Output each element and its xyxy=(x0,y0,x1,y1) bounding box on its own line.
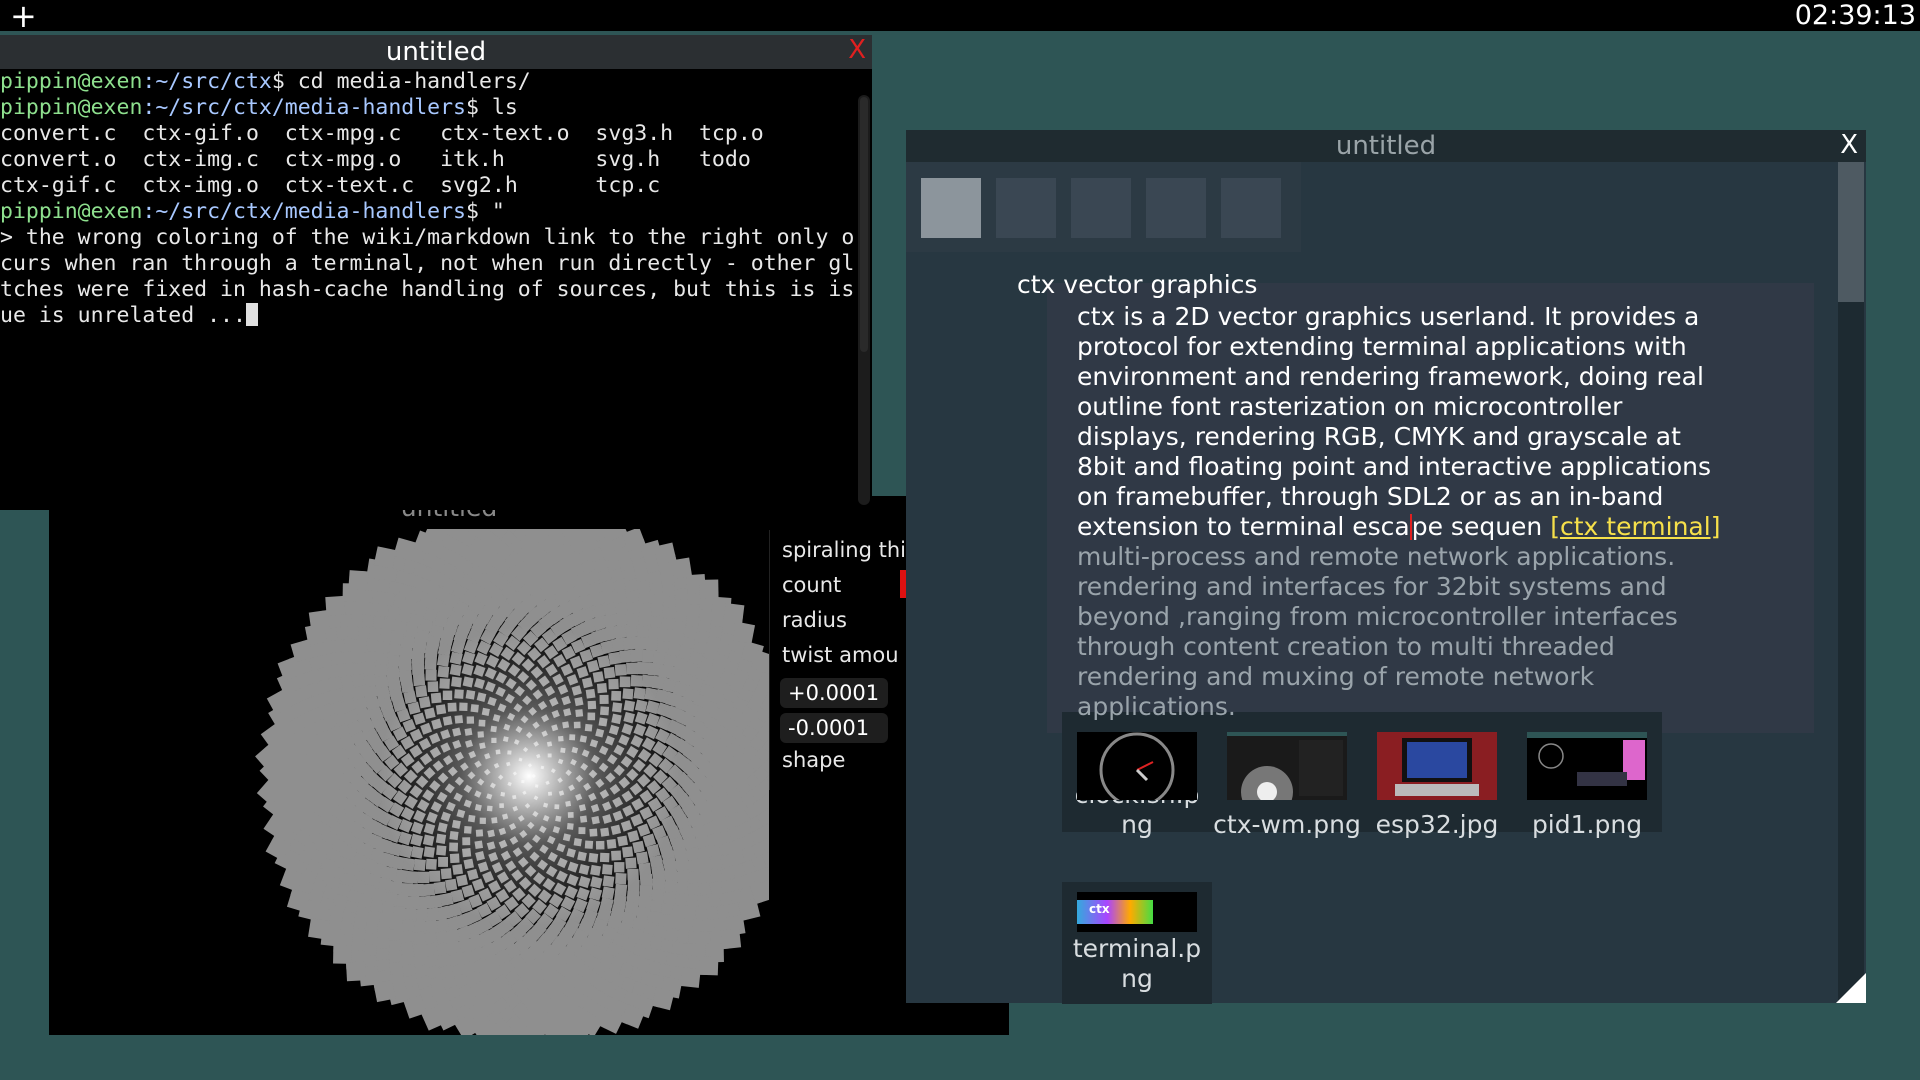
gallery-item[interactable]: esp32.jpg xyxy=(1362,732,1512,840)
paragraph-line: environment and rendering framework, doi… xyxy=(1077,362,1704,391)
paragraph-line: beyond ,ranging from microcontroller int… xyxy=(1077,602,1678,631)
terminal-line: curs when ran through a terminal, not wh… xyxy=(0,251,856,277)
paragraph-line: displays, rendering RGB, CMYK and graysc… xyxy=(1077,422,1681,451)
pid1-image xyxy=(1527,732,1647,800)
browser-window: untitled X ctx vector graphics ctx is a … xyxy=(906,130,1866,1004)
paragraph-line: pe sequen xyxy=(1411,512,1543,541)
document-paragraph[interactable]: ctx is a 2D vector graphics userland. It… xyxy=(1077,302,1777,722)
clock-image xyxy=(1077,732,1197,800)
paragraph-line: ctx is a 2D vector graphics userland. It… xyxy=(1077,302,1700,331)
top-bar: + 02:39:13 xyxy=(0,0,1920,35)
output-text: ctx-gif.c ctx-img.o ctx-text.c svg2.h tc… xyxy=(0,173,661,198)
new-window-button[interactable]: + xyxy=(10,0,37,36)
prompt-command: $ cd media-handlers/ xyxy=(271,69,531,94)
browser-close-button[interactable]: X xyxy=(1840,130,1858,160)
terminal-close-button[interactable]: X xyxy=(848,35,866,65)
terminal-line: pippin@exen:~/src/ctx/media-handlers$ " xyxy=(0,199,856,225)
prompt-path: :~/src/ctx/media-handlers xyxy=(142,95,466,120)
terminal-scroll-thumb[interactable] xyxy=(860,97,868,352)
paragraph-line: rendering and interfaces for 32bit syste… xyxy=(1077,572,1667,601)
decrement-button[interactable]: -0.0001 xyxy=(780,713,888,743)
terminal-window: untitled X pippin@exen:~/src/ctx$ cd med… xyxy=(0,35,872,510)
terminal-line: pippin@exen:~/src/ctx$ cd media-handlers… xyxy=(0,69,856,95)
output-text: convert.c ctx-gif.o ctx-mpg.c ctx-text.o… xyxy=(0,121,764,146)
prompt-command: $ ls xyxy=(466,95,518,120)
paragraph-line: protocol for extending terminal applicat… xyxy=(1077,332,1687,361)
spiral-window: untitled spiraling thi count radius twis… xyxy=(49,495,1009,1035)
gallery-label: ctx-wm.png xyxy=(1213,810,1361,839)
document-title: ctx vector graphics xyxy=(1017,270,1258,299)
tab-3[interactable] xyxy=(1071,178,1131,238)
terminal-line: ctx-gif.c ctx-img.o ctx-text.c svg2.h tc… xyxy=(0,173,856,199)
terminal-image: ctx xyxy=(1077,892,1197,932)
terminal-scrollbar[interactable] xyxy=(858,95,870,505)
gallery-item-terminal[interactable]: ctx terminal.p ng xyxy=(1062,882,1212,1004)
browser-scrollbar[interactable] xyxy=(1836,162,1866,1003)
tab-4[interactable] xyxy=(1146,178,1206,238)
gallery-label: terminal.p xyxy=(1072,934,1202,963)
tab-5[interactable] xyxy=(1221,178,1281,238)
paragraph-line: on framebuffer, through SDL2 or as an in… xyxy=(1077,482,1664,511)
properties-heading: spiraling thi xyxy=(782,538,906,562)
paragraph-line: applications. xyxy=(1077,692,1236,721)
gallery-item[interactable]: clock.sh.png xyxy=(1062,732,1212,840)
paragraph-line: 8bit and floating point and interactive … xyxy=(1077,452,1712,481)
terminal-output[interactable]: pippin@exen:~/src/ctx$ cd media-handlers… xyxy=(0,69,856,510)
terminal-line: convert.o ctx-img.c ctx-mpg.o itk.h svg.… xyxy=(0,147,856,173)
output-text: tches were fixed in hash-cache handling … xyxy=(0,277,856,302)
tab-2[interactable] xyxy=(996,178,1056,238)
spiral-canvas[interactable] xyxy=(49,529,769,1035)
clock: 02:39:13 xyxy=(1794,0,1916,31)
browser-title[interactable]: untitled xyxy=(906,130,1866,162)
prompt-path: :~/src/ctx/media-handlers xyxy=(142,199,466,224)
browser-scroll-track[interactable] xyxy=(1838,302,1864,1003)
gallery-label: esp32.jpg xyxy=(1375,810,1499,839)
terminal-line: ue is unrelated ... xyxy=(0,303,856,329)
output-text: > the wrong coloring of the wiki/markdow… xyxy=(0,225,856,250)
esp32-image xyxy=(1377,732,1497,800)
tab-1[interactable] xyxy=(921,178,981,238)
paragraph-line: rendering and muxing of remote network xyxy=(1077,662,1595,691)
gallery-item[interactable]: pid1.png xyxy=(1512,732,1662,840)
prompt-path: :~/src/ctx xyxy=(142,69,272,94)
terminal-line: convert.c ctx-gif.o ctx-mpg.c ctx-text.o… xyxy=(0,121,856,147)
gallery-label: ng xyxy=(1121,810,1153,839)
prompt-user: pippin@exen xyxy=(0,199,143,224)
ctx-wm-image xyxy=(1227,732,1347,800)
increment-button[interactable]: +0.0001 xyxy=(780,678,888,708)
terminal-title[interactable]: untitled xyxy=(0,35,872,69)
output-text: curs when ran through a terminal, not wh… xyxy=(0,251,856,276)
resize-handle[interactable] xyxy=(1836,973,1866,1003)
tab-bar xyxy=(906,162,1301,252)
browser-scroll-thumb[interactable] xyxy=(1838,162,1864,302)
twist-label: twist amou xyxy=(782,643,899,667)
terminal-line: pippin@exen:~/src/ctx/media-handlers$ ls xyxy=(0,95,856,121)
gallery-item[interactable]: ctx-wm.png xyxy=(1212,732,1362,840)
ctx-terminal-link[interactable]: [ctx terminal] xyxy=(1550,512,1720,541)
paragraph-line: extension to terminal esca xyxy=(1077,512,1410,541)
paragraph-line: outline font rasterization on microcontr… xyxy=(1077,392,1623,421)
gallery-label: ng xyxy=(1121,964,1153,993)
terminal-line: tches were fixed in hash-cache handling … xyxy=(0,277,856,303)
terminal-line: > the wrong coloring of the wiki/markdow… xyxy=(0,225,856,251)
output-text: convert.o ctx-img.c ctx-mpg.o itk.h svg.… xyxy=(0,147,751,172)
gallery-label: pid1.png xyxy=(1531,810,1643,839)
spiral-center-glow xyxy=(379,626,679,926)
prompt-command: $ " xyxy=(466,199,505,224)
terminal-cursor xyxy=(245,303,258,326)
radius-label: radius xyxy=(782,608,847,632)
paragraph-line: multi-process and remote network applica… xyxy=(1077,542,1676,571)
prompt-user: pippin@exen xyxy=(0,69,143,94)
paragraph-line: through content creation to multi thread… xyxy=(1077,632,1615,661)
count-label: count xyxy=(782,573,842,597)
output-text: ue is unrelated ... xyxy=(0,303,246,328)
prompt-user: pippin@exen xyxy=(0,95,143,120)
shape-label: shape xyxy=(782,748,846,772)
